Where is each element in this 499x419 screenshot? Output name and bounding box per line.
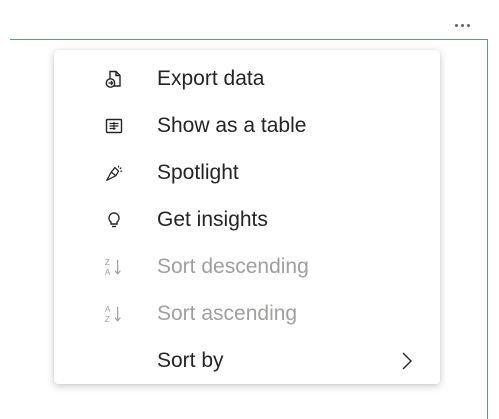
menu-item-label: Sort ascending [157,301,298,325]
table-icon [104,116,124,136]
menu-item-label: Spotlight [157,160,239,184]
svg-text:Z: Z [105,258,110,267]
context-menu: Export data Show as a table Spotlight Ge… [54,50,440,384]
menu-item-label: Export data [157,66,265,90]
sort-ascending-icon: A Z [104,304,124,324]
sort-descending-icon: Z A [104,257,124,277]
menu-item-label: Get insights [157,207,268,231]
svg-text:A: A [105,268,111,277]
menu-item-sort-ascending[interactable]: A Z Sort ascending [54,290,440,337]
menu-item-sort-descending[interactable]: Z A Sort descending [54,243,440,290]
menu-item-export-data[interactable]: Export data [54,55,440,102]
menu-item-spotlight[interactable]: Spotlight [54,149,440,196]
menu-item-show-as-table[interactable]: Show as a table [54,102,440,149]
menu-item-sort-by[interactable]: Sort by [54,337,440,384]
more-options-button[interactable] [447,14,477,36]
lightbulb-icon [104,210,124,230]
spotlight-icon [104,163,124,183]
chevron-right-icon [400,351,414,371]
more-options-icon [454,23,470,27]
menu-item-label: Show as a table [157,113,307,137]
menu-item-label: Sort descending [157,254,309,278]
svg-text:A: A [105,305,111,314]
svg-text:Z: Z [105,315,110,324]
menu-item-label: Sort by [157,348,224,372]
export-data-icon [104,69,124,89]
visual-header-rule [10,39,438,40]
menu-item-get-insights[interactable]: Get insights [54,196,440,243]
